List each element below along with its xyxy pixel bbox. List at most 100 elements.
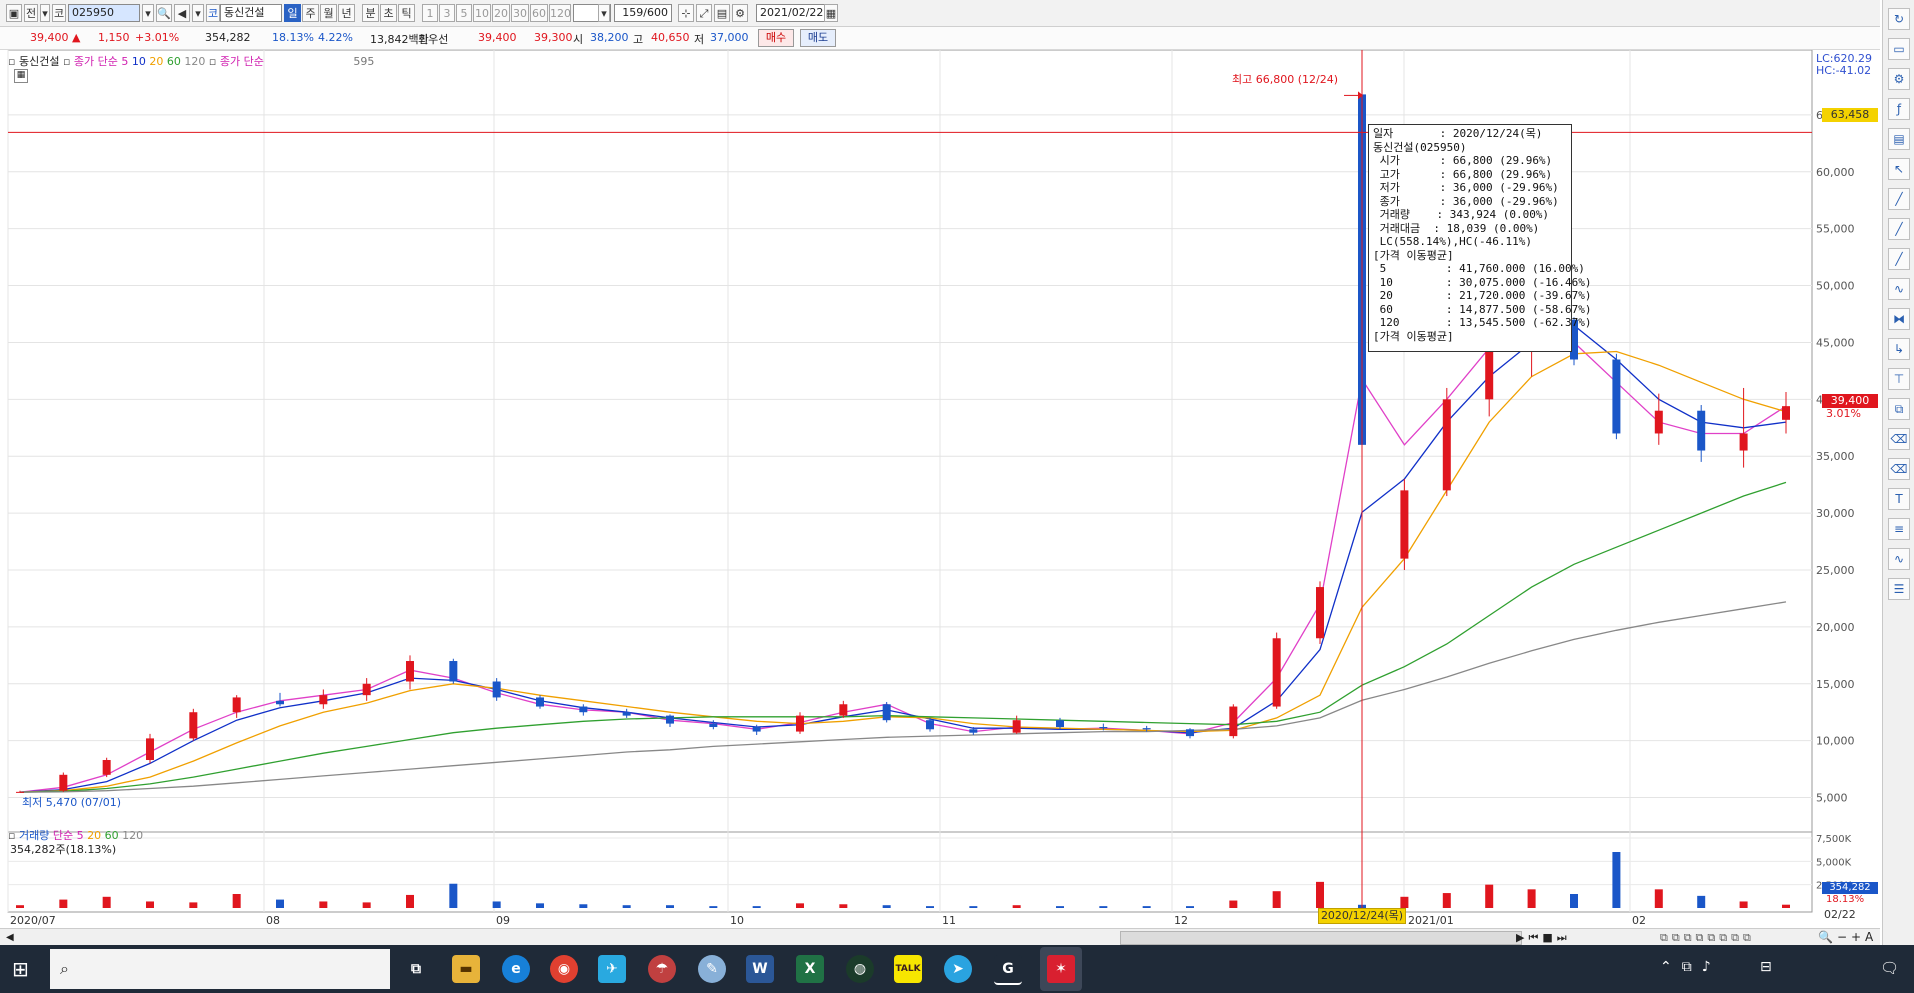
code-dropdown-icon[interactable]: ▾ <box>142 4 154 22</box>
refresh-icon[interactable]: ↻ <box>1888 8 1910 30</box>
eraser-icon[interactable]: ⌫ <box>1888 428 1910 450</box>
copy-icon[interactable]: ⧉ <box>1888 398 1910 420</box>
sell-button[interactable]: 매도 <box>800 29 836 47</box>
paint-icon[interactable]: ✎ <box>698 955 726 983</box>
interval-10[interactable]: 10 <box>473 4 491 22</box>
volume-bar <box>1570 894 1578 908</box>
stock-name-field[interactable]: 동신건설 <box>220 4 282 22</box>
tray-icons[interactable]: ⌃⧉♪ <box>1660 959 1721 975</box>
chart-tools-icons[interactable]: ⧉⧉⧉⧉⧉⧉⧉⧉ <box>1660 931 1755 945</box>
excel-icon[interactable]: X <box>796 955 824 983</box>
chart-type-icon[interactable]: ▤ <box>1888 128 1910 150</box>
period-day[interactable]: 일 <box>284 4 301 22</box>
chart-scrollbar[interactable]: ◀ ▶⏮■⏭ ⧉⧉⧉⧉⧉⧉⧉⧉ 🔍−+A <box>0 928 1880 946</box>
task-view-icon[interactable]: ⧉ <box>402 955 430 983</box>
move-icon[interactable]: ↳ <box>1888 338 1910 360</box>
interval-3[interactable]: 3 <box>439 4 455 22</box>
menu-icon[interactable]: ☰ <box>1888 578 1910 600</box>
market-selector[interactable]: 전 <box>24 4 38 22</box>
windows-taskbar: ⊞ ⌕ ⧉ ▬ e ◉ ✈ ☂ ✎ W X ◍ TALK ➤ G ✶ ⌃⧉♪ ⊟… <box>0 945 1914 993</box>
notification-icon[interactable]: 🗨 <box>1880 959 1899 977</box>
period-second[interactable]: 초 <box>380 4 397 22</box>
interval-120[interactable]: 120 <box>549 4 571 22</box>
scroll-nav-icons[interactable]: ▶⏮■⏭ <box>1516 931 1571 945</box>
chrome-icon[interactable]: ◉ <box>550 955 578 983</box>
search-icon[interactable]: 🔍 <box>156 4 172 22</box>
telegram-icon[interactable]: ➤ <box>944 955 972 983</box>
period-tick[interactable]: 틱 <box>398 4 415 22</box>
candle-body <box>189 712 198 739</box>
volume-current: 354,282주(18.13%) <box>10 843 117 856</box>
interval-30[interactable]: 30 <box>511 4 529 22</box>
save-icon[interactable]: ▤ <box>714 4 730 22</box>
compare-icon[interactable]: ⤢ <box>696 4 712 22</box>
kakaotalk-icon[interactable]: TALK <box>894 955 922 983</box>
current-price-tag: 39,400 <box>1822 394 1878 408</box>
scroll-thumb[interactable] <box>1120 931 1522 945</box>
period-week[interactable]: 주 <box>302 4 319 22</box>
list-icon[interactable]: ≡ <box>1888 518 1910 540</box>
eraser-all-icon[interactable]: ⌫ <box>1888 458 1910 480</box>
crosshair-icon[interactable]: ⊹ <box>678 4 694 22</box>
period-year[interactable]: 년 <box>338 4 355 22</box>
app-umbrella-icon[interactable]: ☂ <box>648 955 676 983</box>
auto-line-icon[interactable]: ╱ <box>1888 248 1910 270</box>
file-explorer-icon[interactable]: ▬ <box>452 955 480 983</box>
windows-start-icon[interactable]: ⊞ <box>12 957 36 981</box>
settings-icon[interactable]: ⚙ <box>1888 68 1910 90</box>
candle-body <box>1142 728 1151 730</box>
window-icon[interactable]: ▭ <box>1888 38 1910 60</box>
interval-20[interactable]: 20 <box>492 4 510 22</box>
formula-icon[interactable]: ƒ <box>1888 98 1910 120</box>
interval-1[interactable]: 1 <box>422 4 438 22</box>
wave-icon[interactable]: ∿ <box>1888 278 1910 300</box>
word-icon[interactable]: W <box>746 955 774 983</box>
calendar-icon[interactable]: ▦ <box>824 4 838 22</box>
layout-icon[interactable]: ▣ <box>6 4 22 22</box>
interval-5[interactable]: 5 <box>456 4 472 22</box>
candle-body <box>969 729 978 733</box>
tooltip-line: 5 : 41,760.000 (16.00%) <box>1373 262 1585 275</box>
active-app-slot[interactable]: ✶ <box>1040 947 1082 991</box>
volume-bar <box>1272 891 1281 908</box>
trendline2-icon[interactable]: ╱ <box>1888 218 1910 240</box>
split-icon[interactable]: ⧓ <box>1888 308 1910 330</box>
edge-icon[interactable]: e <box>502 955 530 983</box>
interval-60[interactable]: 60 <box>530 4 548 22</box>
taskbar-search[interactable]: ⌕ <box>50 949 390 989</box>
line-chart-icon[interactable]: ∿ <box>1888 548 1910 570</box>
ma-line-5 <box>19 307 1787 793</box>
period-month[interactable]: 월 <box>320 4 337 22</box>
ma-line-20 <box>19 350 1787 793</box>
legend-toggle-icon[interactable]: ▦ <box>14 69 28 83</box>
price-chart[interactable]: 65,00060,00055,00050,00045,00040,00035,0… <box>0 50 1880 930</box>
market-type-button[interactable]: 코 <box>52 4 66 22</box>
candle-body <box>16 791 24 793</box>
volume-tick-label: 5,000K <box>1816 857 1852 868</box>
trendline-icon[interactable]: ╱ <box>1888 188 1910 210</box>
zoom-icons[interactable]: 🔍−+A <box>1818 930 1877 944</box>
period-minute[interactable]: 분 <box>362 4 379 22</box>
measure-icon[interactable]: ⊤ <box>1888 368 1910 390</box>
count-display[interactable]: 159/600 <box>614 4 672 22</box>
history-dropdown-icon[interactable]: ▾ <box>192 4 204 22</box>
ime-mode-icon[interactable]: ⊟ <box>1760 959 1772 975</box>
buy-button[interactable]: 매수 <box>758 29 794 47</box>
app-g-icon[interactable]: G <box>994 955 1022 985</box>
volume-bar <box>492 901 501 908</box>
chart-canvas[interactable]: 65,00060,00055,00050,00045,00040,00035,0… <box>0 50 1880 930</box>
market-dropdown-icon[interactable]: ▾ <box>40 4 50 22</box>
globe-icon[interactable]: ◍ <box>846 955 874 983</box>
text-icon[interactable]: T <box>1888 488 1910 510</box>
cursor-icon[interactable]: ↖ <box>1888 158 1910 180</box>
back-icon[interactable]: ◀ <box>174 4 190 22</box>
app-bird-icon[interactable]: ✈ <box>598 955 626 983</box>
ma-line-10 <box>19 324 1787 793</box>
search-icon: ⌕ <box>60 959 69 978</box>
volume-bar <box>16 905 24 908</box>
settings-icon[interactable]: ⚙ <box>732 4 748 22</box>
interval-dropdown-icon[interactable]: ▾ <box>598 4 610 22</box>
scroll-left-icon[interactable]: ◀ <box>6 932 14 943</box>
date-input[interactable]: 2021/02/22 <box>756 4 826 22</box>
stock-code-input[interactable]: 025950 <box>68 4 140 22</box>
